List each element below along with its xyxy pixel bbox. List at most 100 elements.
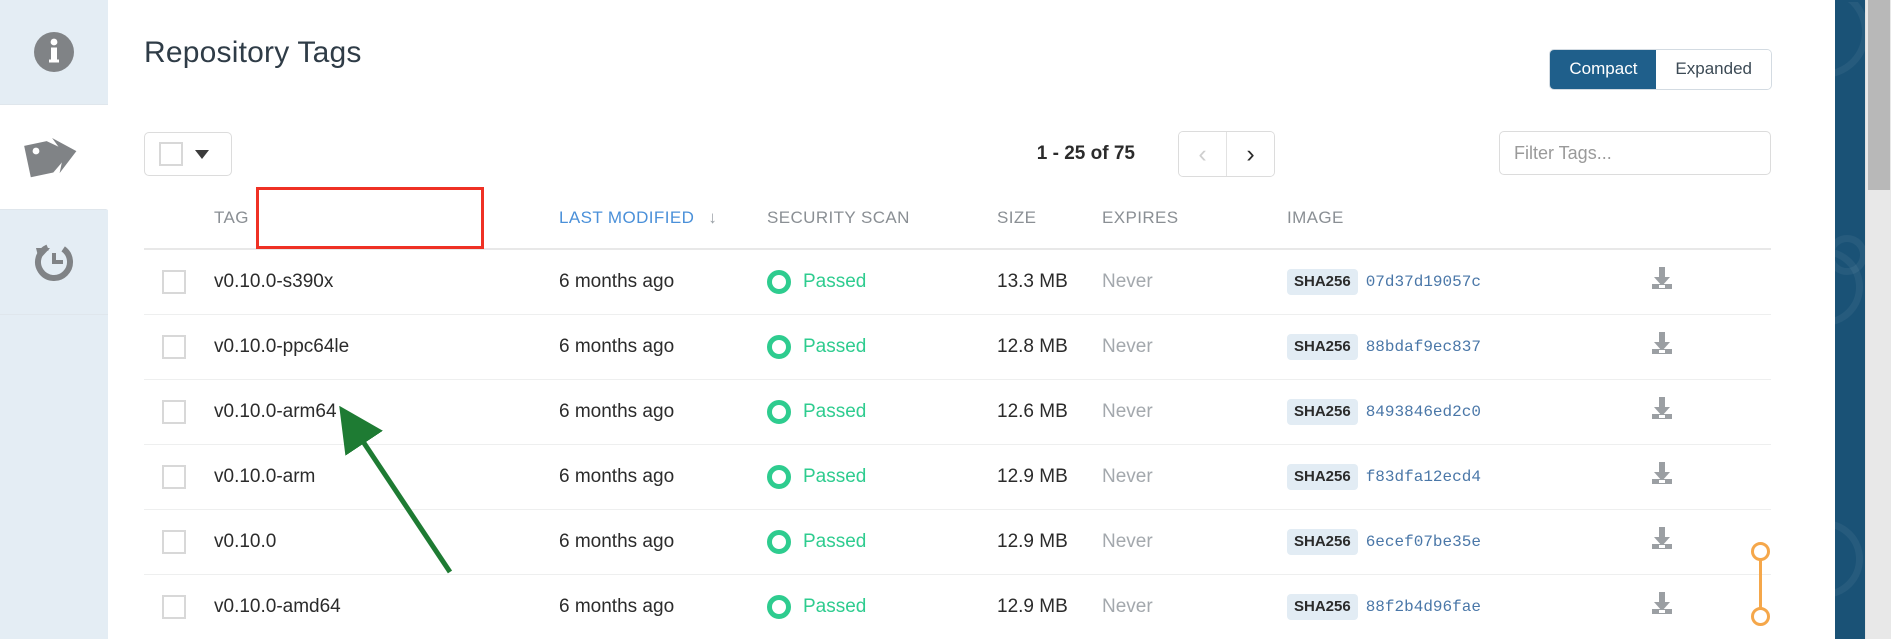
digest-value[interactable]: 6ecef07be35e	[1366, 533, 1481, 551]
left-icon-rail	[0, 0, 108, 639]
image-digest[interactable]: SHA256 8493846ed2c0	[1287, 399, 1481, 425]
cell-security-scan[interactable]: Passed	[767, 530, 997, 554]
row-checkbox-cell	[144, 595, 214, 619]
image-digest[interactable]: SHA256 88f2b4d96fae	[1287, 594, 1481, 620]
cell-tag[interactable]: v0.10.0-ppc64le	[214, 336, 559, 358]
sha256-badge: SHA256	[1287, 269, 1358, 295]
cell-security-scan[interactable]: Passed	[767, 400, 997, 424]
rail-empty-space	[0, 315, 108, 639]
image-digest[interactable]: SHA256 88bdaf9ec837	[1287, 334, 1481, 360]
decor-ring-icon	[1835, 235, 1865, 275]
cell-image: SHA256 88bdaf9ec837	[1287, 334, 1607, 360]
row-checkbox-cell	[144, 465, 214, 489]
cell-tag[interactable]: v0.10.0-amd64	[214, 596, 559, 618]
th-tag[interactable]: TAG	[214, 208, 559, 228]
digest-value[interactable]: f83dfa12ecd4	[1366, 468, 1481, 486]
decorative-blue-band	[1835, 0, 1865, 639]
table-row[interactable]: v0.10.0-arm64 6 months ago Passed 12.6 MB Ne…	[144, 380, 1771, 445]
row-checkbox[interactable]	[162, 530, 186, 554]
row-checkbox[interactable]	[162, 270, 186, 294]
image-digest[interactable]: SHA256 6ecef07be35e	[1287, 529, 1481, 555]
cell-last-modified: 6 months ago	[559, 336, 675, 357]
cell-last-modified: 6 months ago	[559, 596, 675, 617]
table-row[interactable]: v0.10.0-ppc64le 6 months ago Passed 12.8 MB…	[144, 315, 1771, 380]
tag-icon	[24, 135, 82, 179]
digest-value[interactable]: 07d37d19057c	[1366, 273, 1481, 291]
scan-status-label: Passed	[803, 271, 867, 292]
cell-size: 13.3 MB	[997, 271, 1068, 292]
cell-size: 12.9 MB	[997, 466, 1068, 487]
sidebar-item-history[interactable]	[0, 210, 108, 315]
bulk-select-dropdown[interactable]	[144, 132, 232, 176]
download-icon[interactable]	[1649, 526, 1675, 558]
table-row[interactable]: v0.10.0 6 months ago Passed 12.9 MB Never SHA…	[144, 510, 1771, 601]
cell-size: 12.8 MB	[997, 336, 1068, 357]
sidebar-item-information[interactable]	[0, 0, 108, 105]
download-icon[interactable]	[1649, 591, 1675, 623]
sha256-badge: SHA256	[1287, 399, 1358, 425]
sha256-badge: SHA256	[1287, 464, 1358, 490]
scan-status-label: Passed	[803, 401, 867, 422]
cell-tag[interactable]: v0.10.0-arm64	[214, 401, 559, 423]
cell-security-scan[interactable]: Passed	[767, 465, 997, 489]
digest-value[interactable]: 88f2b4d96fae	[1366, 598, 1481, 616]
bulk-select-checkbox[interactable]	[159, 142, 183, 166]
download-icon[interactable]	[1649, 266, 1675, 298]
scrollbar-thumb[interactable]	[1868, 0, 1890, 190]
scan-status-label: Passed	[803, 596, 867, 617]
prev-page-button[interactable]: ‹	[1179, 132, 1226, 176]
cell-security-scan[interactable]: Passed	[767, 335, 997, 359]
table-row[interactable]: v0.10.0-s390x 6 months ago Passed 13.3 MB Ne…	[144, 250, 1771, 315]
digest-value[interactable]: 8493846ed2c0	[1366, 403, 1481, 421]
sha256-badge: SHA256	[1287, 529, 1358, 555]
download-icon[interactable]	[1649, 396, 1675, 428]
compact-view-button[interactable]: Compact	[1550, 50, 1657, 89]
table-header-row: TAG LAST MODIFIED ↓ SECURITY SCAN SIZE E…	[144, 188, 1771, 250]
cell-last-modified: 6 months ago	[559, 271, 675, 292]
cell-tag[interactable]: v0.10.0-arm	[214, 466, 559, 488]
cell-size: 12.6 MB	[997, 401, 1068, 422]
cell-security-scan[interactable]: Passed	[767, 270, 997, 294]
row-checkbox[interactable]	[162, 595, 186, 619]
page-scrollbar[interactable]	[1865, 0, 1891, 639]
row-checkbox-cell	[144, 530, 214, 554]
page-title: Repository Tags	[144, 36, 362, 69]
cell-download	[1607, 331, 1717, 363]
image-digest[interactable]: SHA256 07d37d19057c	[1287, 269, 1481, 295]
sidebar-item-tags[interactable]	[0, 105, 108, 210]
scan-status-label: Passed	[803, 466, 867, 487]
image-digest[interactable]: SHA256 f83dfa12ecd4	[1287, 464, 1481, 490]
cell-security-scan[interactable]: Passed	[767, 595, 997, 619]
table-row[interactable]: v0.10.0-arm 6 months ago Passed 12.9 MB Neve…	[144, 445, 1771, 510]
cell-tag[interactable]: v0.10.0-s390x	[214, 271, 559, 293]
cell-tag[interactable]: v0.10.0	[214, 531, 559, 553]
next-page-button[interactable]: ›	[1227, 132, 1274, 176]
row-checkbox[interactable]	[162, 400, 186, 424]
row-checkbox[interactable]	[162, 465, 186, 489]
th-last-modified[interactable]: LAST MODIFIED ↓	[559, 208, 767, 228]
cell-image: SHA256 6ecef07be35e	[1287, 529, 1770, 601]
expanded-view-button[interactable]: Expanded	[1656, 50, 1771, 89]
main-panel: Repository Tags Compact Expanded 1 - 25 …	[108, 0, 1835, 639]
th-image[interactable]: IMAGE	[1287, 208, 1607, 228]
th-expires[interactable]: EXPIRES	[1102, 208, 1287, 228]
app-window: Repository Tags Compact Expanded 1 - 25 …	[0, 0, 1891, 639]
digest-value[interactable]: 88bdaf9ec837	[1366, 338, 1481, 356]
th-size[interactable]: SIZE	[997, 208, 1102, 228]
row-checkbox-cell	[144, 335, 214, 359]
cell-last-modified: 6 months ago	[559, 466, 675, 487]
sha256-badge: SHA256	[1287, 594, 1358, 620]
repository-tags-table: TAG LAST MODIFIED ↓ SECURITY SCAN SIZE E…	[144, 188, 1771, 639]
cell-expires: Never	[1102, 336, 1153, 357]
row-checkbox[interactable]	[162, 335, 186, 359]
th-security-scan[interactable]: SECURITY SCAN	[767, 208, 997, 228]
table-row[interactable]: v0.10.0-amd64 6 months ago Passed 12.9 MB Ne…	[144, 575, 1771, 639]
download-icon[interactable]	[1649, 331, 1675, 363]
cell-last-modified: 6 months ago	[559, 401, 675, 422]
th-last-modified-label[interactable]: LAST MODIFIED	[559, 208, 694, 227]
filter-tags-input[interactable]	[1499, 131, 1771, 175]
row-checkbox-cell	[144, 270, 214, 294]
scan-passed-icon	[767, 400, 791, 424]
view-mode-toggle: Compact Expanded	[1550, 50, 1771, 89]
download-icon[interactable]	[1649, 461, 1675, 493]
